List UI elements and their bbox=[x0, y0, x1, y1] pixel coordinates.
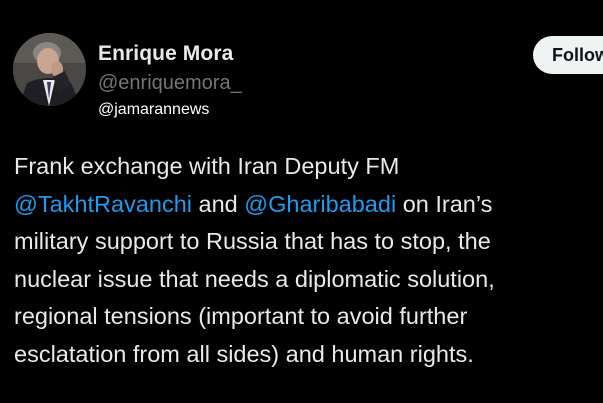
tweet-line: Frank exchange with Iran Deputy FM bbox=[14, 148, 599, 186]
tweet-text-segment: regional tensions (important to avoid fu… bbox=[14, 303, 468, 329]
author-display-name[interactable]: Enrique Mora bbox=[98, 42, 233, 66]
tweet-text-segment: nuclear issue that needs a diplomatic so… bbox=[14, 265, 495, 292]
avatar[interactable] bbox=[13, 33, 86, 106]
tweet-line: @TakhtRavanchi and @Gharibabadi on Iran’… bbox=[14, 186, 599, 224]
follow-button[interactable]: Follow bbox=[533, 36, 603, 74]
tweet-text-segment: Frank exchange with Iran Deputy FM bbox=[14, 153, 400, 179]
tweet-view: Enrique Mora @enriquemora_ @jamarannews … bbox=[0, 0, 603, 403]
tweet-text-segment: and bbox=[192, 190, 245, 217]
profile-photo-icon bbox=[13, 33, 86, 106]
author-handle[interactable]: @enriquemora_ bbox=[98, 72, 242, 95]
tweet-line: esclatation from all sides) and human ri… bbox=[14, 336, 599, 374]
tweet-line: nuclear issue that needs a diplomatic so… bbox=[14, 261, 599, 299]
tweet-text-segment: esclatation from all sides) and human ri… bbox=[14, 340, 474, 367]
tweet-line: regional tensions (important to avoid fu… bbox=[14, 298, 599, 336]
tweet-text-segment: on Iran’s bbox=[396, 190, 493, 217]
tweet-text-segment: military support to Russia that has to s… bbox=[14, 228, 491, 254]
tweet-text: Frank exchange with Iran Deputy FM @Takh… bbox=[14, 148, 599, 373]
watermark-text: @jamarannews bbox=[98, 101, 210, 118]
mention-link-gharibabadi[interactable]: @Gharibabadi bbox=[244, 191, 396, 217]
mention-link-takhtravanchi[interactable]: @TakhtRavanchi bbox=[14, 191, 192, 217]
tweet-line: military support to Russia that has to s… bbox=[14, 223, 599, 261]
